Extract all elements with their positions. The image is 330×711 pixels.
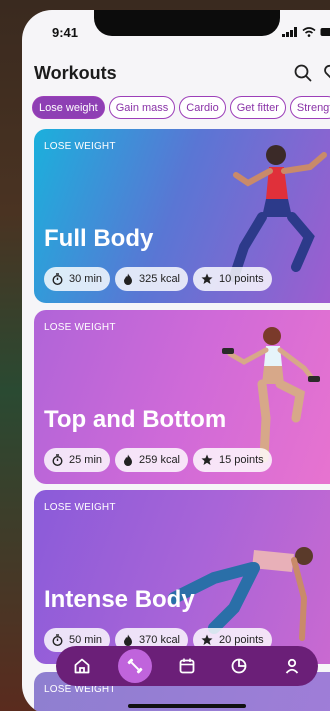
flame-icon <box>124 454 133 466</box>
calories-badge: 259 kcal <box>115 448 189 472</box>
page-title: Workouts <box>34 62 117 83</box>
status-time: 9:41 <box>52 24 79 40</box>
points-label: 15 points <box>219 454 264 466</box>
duration-badge: 25 min <box>44 448 111 472</box>
notch <box>94 10 280 36</box>
calories-badge: 325 kcal <box>115 267 189 291</box>
duration-label: 30 min <box>69 273 103 285</box>
star-icon <box>201 634 213 645</box>
wifi-icon <box>302 27 316 37</box>
heart-icon[interactable] <box>324 64 330 82</box>
header: Workouts <box>34 60 330 86</box>
home-indicator <box>128 704 246 708</box>
card-title: Full Body <box>44 225 154 252</box>
calories-label: 259 kcal <box>139 454 181 466</box>
bottom-tab-bar <box>56 646 318 686</box>
profile-icon <box>285 658 298 674</box>
stopwatch-icon <box>52 273 63 285</box>
star-icon <box>201 454 213 465</box>
points-label: 10 points <box>219 273 264 285</box>
calories-label: 325 kcal <box>139 273 181 285</box>
points-label: 20 points <box>219 634 264 646</box>
tab-stats[interactable] <box>222 649 256 683</box>
card-title: Intense Body <box>44 586 195 613</box>
card-tag: LOSE WEIGHT <box>44 141 116 152</box>
battery-icon <box>320 28 330 36</box>
duration-label: 50 min <box>69 634 103 646</box>
stopwatch-icon <box>52 454 63 466</box>
calories-label: 370 kcal <box>139 634 181 646</box>
tab-workouts[interactable] <box>117 649 152 683</box>
points-badge: 15 points <box>193 448 272 472</box>
card-tag: LOSE WEIGHT <box>44 322 116 333</box>
dumbbell-icon <box>127 658 142 674</box>
card-title: Top and Bottom <box>44 406 227 433</box>
workout-card-top-and-bottom[interactable]: LOSE WEIGHT Top and Bottom 25 min 259 kc… <box>34 310 330 484</box>
workout-card-intense-body[interactable]: LOSE WEIGHT Intense Body 50 min 370 kcal… <box>34 490 330 664</box>
points-badge: 10 points <box>193 267 272 291</box>
tab-profile[interactable] <box>275 649 309 683</box>
home-icon <box>74 658 90 674</box>
stopwatch-icon <box>52 634 63 646</box>
filter-chips: Lose weight Gain mass Cardio Get fitter … <box>32 96 330 119</box>
phone-screen: 9:41 Workouts Lose weight Gain mass Card… <box>22 10 330 711</box>
filter-chip-strength[interactable]: Strengt <box>289 96 330 119</box>
workout-card-full-body[interactable]: LOSE WEIGHT Full Body 30 min 325 kcal 10… <box>34 129 330 303</box>
pie-chart-icon <box>231 658 247 674</box>
tab-calendar[interactable] <box>170 649 204 683</box>
star-icon <box>201 273 213 284</box>
search-icon[interactable] <box>294 64 312 82</box>
calendar-icon <box>179 658 195 674</box>
flame-icon <box>124 273 133 285</box>
signal-icon <box>282 27 297 37</box>
filter-chip-lose-weight[interactable]: Lose weight <box>32 96 105 119</box>
duration-label: 25 min <box>69 454 103 466</box>
filter-chip-get-fitter[interactable]: Get fitter <box>229 96 286 119</box>
filter-chip-cardio[interactable]: Cardio <box>179 96 226 119</box>
filter-chip-gain-mass[interactable]: Gain mass <box>108 96 176 119</box>
card-tag: LOSE WEIGHT <box>44 502 116 513</box>
tab-home[interactable] <box>65 649 99 683</box>
duration-badge: 30 min <box>44 267 111 291</box>
flame-icon <box>124 634 133 646</box>
